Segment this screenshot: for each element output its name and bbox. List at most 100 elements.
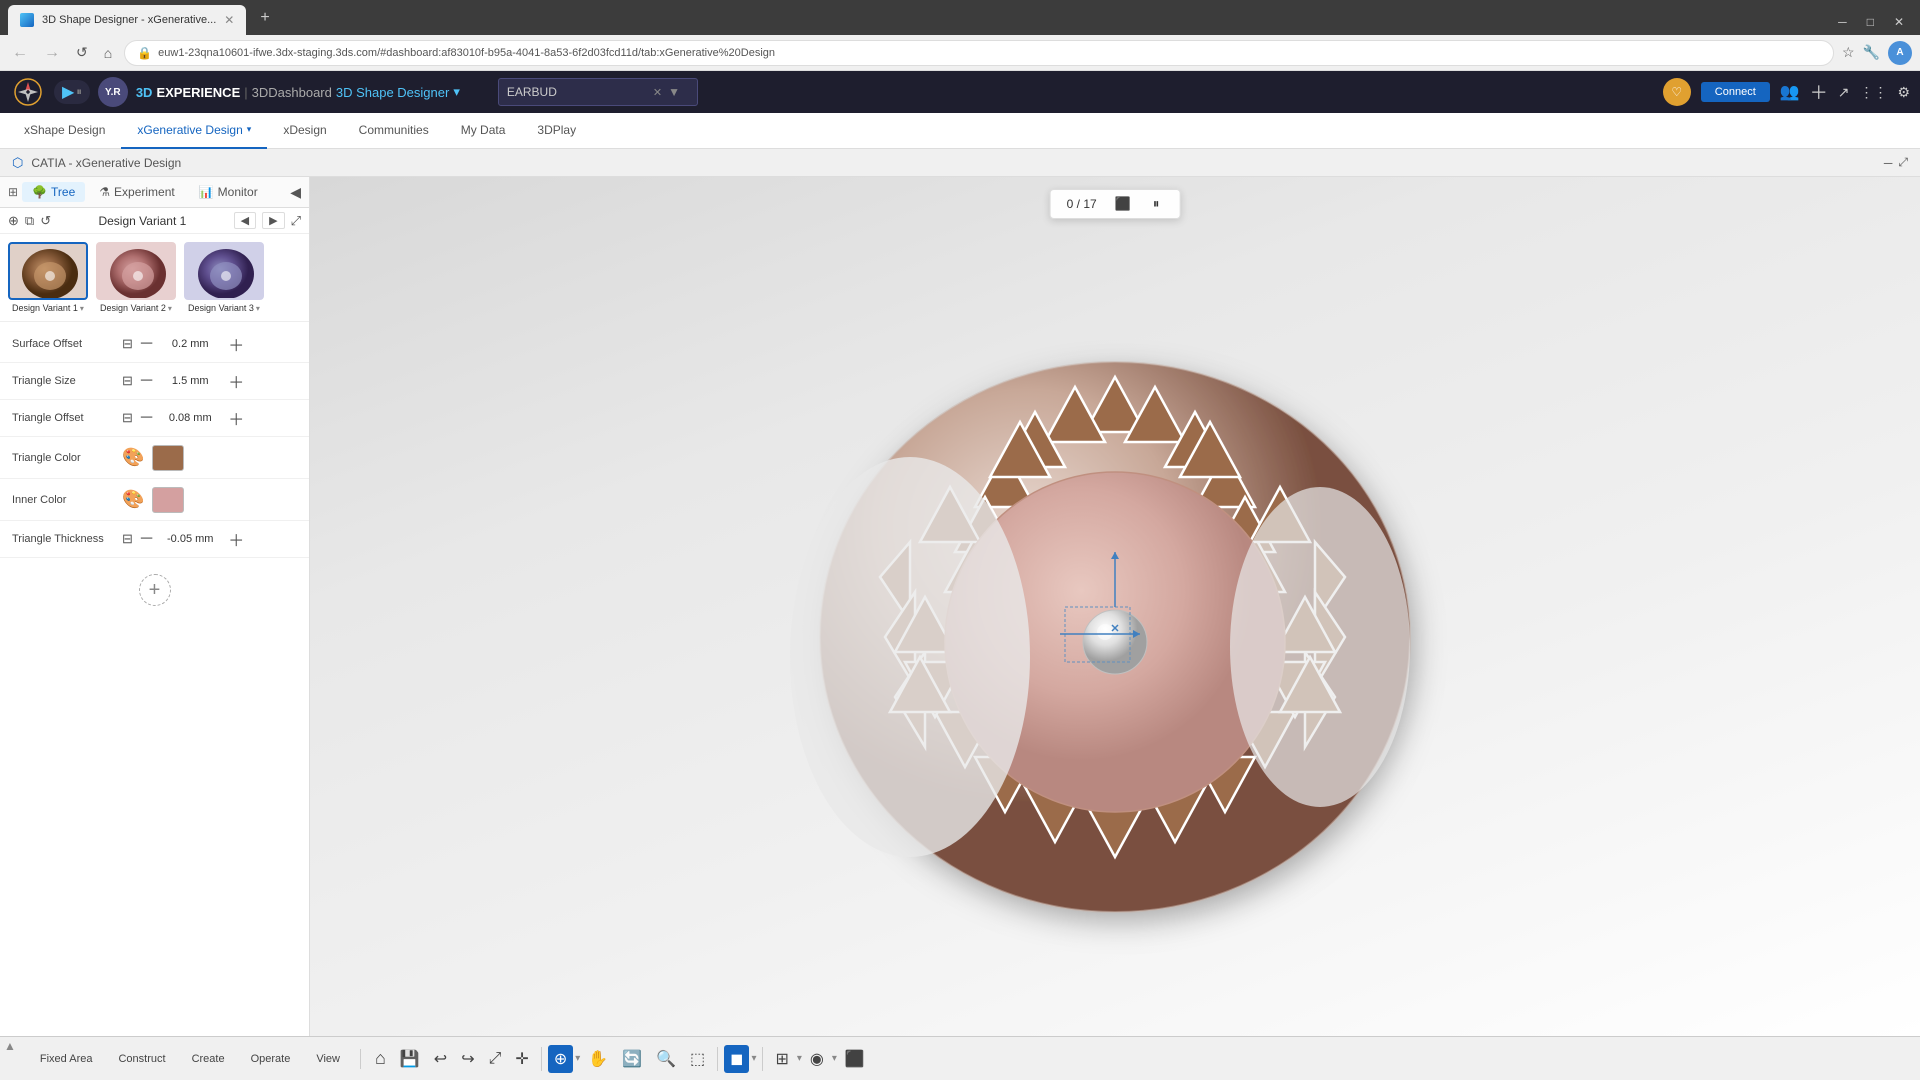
- new-tab-btn[interactable]: +: [250, 5, 279, 35]
- tool-select[interactable]: ⊕: [548, 1045, 573, 1073]
- tool-link[interactable]: ⤢: [483, 1046, 508, 1072]
- plus-btn-surface-offset[interactable]: ＋: [226, 332, 246, 356]
- playback-stop-btn[interactable]: ⬛: [1111, 194, 1135, 214]
- profile-icon[interactable]: A: [1888, 41, 1912, 65]
- pause-icon[interactable]: ⏸: [76, 86, 82, 99]
- search-input[interactable]: [507, 85, 647, 99]
- plus-btn-triangle-thickness[interactable]: ＋: [226, 527, 246, 551]
- bottom-tabs: Fixed Area Construct Create Operate View: [20, 1049, 361, 1069]
- tool-undo[interactable]: ↩: [428, 1045, 453, 1073]
- close-icon[interactable]: ✕: [1886, 13, 1912, 31]
- tree-icon: 🌳: [32, 185, 47, 199]
- start-app-btn[interactable]: Connect: [1701, 82, 1770, 102]
- variant-clone-btn[interactable]: ⧉: [25, 213, 34, 229]
- tool-solid-dropdown[interactable]: ▾: [751, 1053, 756, 1064]
- variant-item-1[interactable]: Design Variant 1 ▾: [8, 242, 88, 313]
- minus-btn-triangle-thickness[interactable]: ─: [139, 530, 154, 548]
- nav-item-xshape[interactable]: xShape Design: [8, 113, 121, 149]
- add-param-btn[interactable]: +: [139, 574, 171, 606]
- bottom-tab-fixed-area[interactable]: Fixed Area: [28, 1049, 105, 1069]
- header-search[interactable]: ✕ ▼: [498, 78, 698, 106]
- minus-btn-surface-offset[interactable]: ─: [139, 335, 154, 353]
- color-wheel-icon-triangle[interactable]: 🎨: [122, 447, 144, 468]
- variant-add-btn[interactable]: ⊕: [8, 213, 19, 229]
- play-icon[interactable]: ▶: [62, 82, 74, 102]
- color-wheel-icon-inner[interactable]: 🎨: [122, 489, 144, 510]
- refresh-btn[interactable]: ↺: [72, 42, 92, 63]
- tool-analysis[interactable]: ◉: [804, 1045, 830, 1073]
- plus-btn-triangle-offset[interactable]: ＋: [226, 406, 246, 430]
- tab-close-icon[interactable]: ✕: [224, 13, 234, 27]
- param-row-triangle-offset: Triangle Offset ⊟ ─ 0.08 mm ＋: [0, 400, 309, 437]
- bottom-chevron-up[interactable]: ▲: [0, 1039, 20, 1053]
- tool-measure[interactable]: ⊞: [769, 1045, 794, 1073]
- plus-btn-triangle-size[interactable]: ＋: [226, 369, 246, 393]
- home-browser-btn[interactable]: ⌂: [100, 43, 116, 63]
- nav-item-3dplay[interactable]: 3DPlay: [521, 113, 592, 149]
- compass-logo[interactable]: [10, 74, 46, 110]
- nav-item-mydata[interactable]: My Data: [445, 113, 522, 149]
- variant-item-2[interactable]: Design Variant 2 ▾: [96, 242, 176, 313]
- settings-icon[interactable]: ⚙: [1897, 84, 1910, 101]
- bottom-tab-create[interactable]: Create: [180, 1049, 237, 1069]
- bottom-tab-operate[interactable]: Operate: [239, 1049, 303, 1069]
- variant-thumb-1[interactable]: [8, 242, 88, 300]
- nav-item-communities[interactable]: Communities: [343, 113, 445, 149]
- triangle-color-swatch[interactable]: [152, 445, 184, 471]
- active-tab[interactable]: 3D Shape Designer - xGenerative... ✕: [8, 5, 246, 35]
- bottom-tab-construct[interactable]: Construct: [106, 1049, 177, 1069]
- variant-item-3[interactable]: Design Variant 3 ▾: [184, 242, 264, 313]
- tool-save[interactable]: 💾: [394, 1045, 426, 1073]
- wishlist-icon[interactable]: ♡: [1663, 78, 1691, 106]
- minus-btn-triangle-size[interactable]: ─: [139, 372, 154, 390]
- playback-pause-btn[interactable]: ⏸: [1149, 194, 1164, 214]
- tool-select-dropdown[interactable]: ▾: [575, 1053, 580, 1064]
- nav-item-xdesign[interactable]: xDesign: [267, 113, 342, 149]
- tool-redo[interactable]: ↪: [455, 1045, 480, 1073]
- viewport[interactable]: 0 / 17 ⬛ ⏸: [310, 177, 1920, 1036]
- collab-icon[interactable]: 👥: [1780, 82, 1800, 102]
- back-btn[interactable]: ←: [8, 42, 32, 64]
- variant-thumb-3[interactable]: [184, 242, 264, 300]
- search-clear-icon[interactable]: ✕: [653, 86, 662, 99]
- tab-monitor[interactable]: 📊 Monitor: [189, 182, 268, 202]
- bottom-tab-view[interactable]: View: [304, 1049, 352, 1069]
- search-filter-icon[interactable]: ▼: [668, 85, 680, 99]
- maximize-icon[interactable]: □: [1859, 13, 1882, 31]
- tool-snap[interactable]: ✛: [509, 1045, 534, 1073]
- variant-expand-btn[interactable]: ⤢: [291, 213, 301, 229]
- tool-solid[interactable]: ◼: [724, 1045, 749, 1073]
- add-icon[interactable]: ＋: [1810, 79, 1828, 105]
- minimize-icon[interactable]: ─: [1830, 13, 1855, 31]
- brand-dropdown-icon[interactable]: ▾: [453, 84, 460, 100]
- variant-thumb-2[interactable]: [96, 242, 176, 300]
- tool-rotate[interactable]: 🔄: [616, 1045, 648, 1073]
- tool-analysis-dropdown[interactable]: ▾: [832, 1053, 837, 1064]
- param-row-triangle-thickness: Triangle Thickness ⊟ ─ -0.05 mm ＋: [0, 521, 309, 558]
- share-icon[interactable]: ↗: [1838, 84, 1850, 101]
- url-bar[interactable]: 🔒 euw1-23qna10601-ifwe.3dx-staging.3ds.c…: [124, 40, 1834, 66]
- tab-experiment[interactable]: ⚗ Experiment: [89, 182, 184, 202]
- brand-dashboard: 3DDashboard: [252, 85, 332, 100]
- nav-item-xgenerative[interactable]: xGenerative Design ▾: [121, 113, 267, 149]
- tool-measure-dropdown[interactable]: ▾: [797, 1053, 802, 1064]
- variant-prev-btn[interactable]: ◀: [234, 212, 256, 229]
- minus-btn-triangle-offset[interactable]: ─: [139, 409, 154, 427]
- extensions-icon[interactable]: 🔧: [1863, 44, 1880, 61]
- tool-fit[interactable]: ⬚: [684, 1045, 711, 1073]
- tool-3dbox[interactable]: ⬛: [839, 1045, 871, 1073]
- tool-zoom[interactable]: 🔍: [650, 1045, 682, 1073]
- tool-home[interactable]: ⌂: [369, 1044, 392, 1073]
- tab-tree[interactable]: 🌳 Tree: [22, 182, 85, 202]
- tool-pan[interactable]: ✋: [582, 1045, 614, 1073]
- maximize-panel-btn[interactable]: ⤢: [1898, 155, 1908, 170]
- minimize-panel-btn[interactable]: ─: [1884, 155, 1893, 170]
- collapse-panel-btn[interactable]: ◀: [290, 184, 301, 201]
- bookmark-icon[interactable]: ☆: [1842, 44, 1855, 61]
- variant-undo-btn[interactable]: ↺: [40, 213, 51, 229]
- param-controls-triangle-thickness: ⊟ ─ -0.05 mm ＋: [122, 527, 297, 551]
- forward-btn[interactable]: →: [40, 42, 64, 64]
- inner-color-swatch[interactable]: [152, 487, 184, 513]
- variant-next-btn[interactable]: ▶: [262, 212, 284, 229]
- more-icon[interactable]: ⋮⋮: [1859, 84, 1887, 101]
